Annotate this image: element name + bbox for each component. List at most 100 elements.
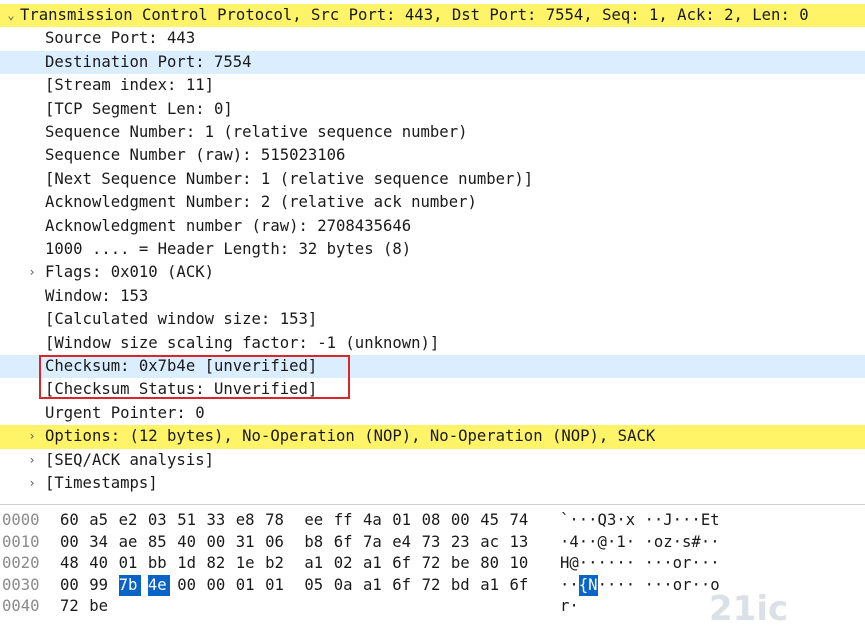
tree-row[interactable]: Checksum: 0x7b4e [unverified] [0, 355, 865, 379]
hex-byte[interactable]: 6f [392, 575, 414, 597]
hex-byte[interactable]: 0a [334, 575, 356, 597]
hex-byte[interactable]: 00 [451, 510, 473, 532]
hex-byte[interactable]: be [451, 553, 473, 575]
tree-row[interactable]: › [SEQ/ACK analysis] [0, 449, 865, 472]
tree-row[interactable]: › [Timestamps] [0, 472, 865, 495]
hex-byte[interactable]: 13 [510, 532, 532, 554]
hex-byte[interactable]: 7a [363, 532, 385, 554]
hex-byte[interactable]: 6f [334, 532, 356, 554]
hex-byte[interactable]: 00 [207, 532, 229, 554]
expand-arrow-icon[interactable]: ⌄ [3, 4, 19, 27]
hex-byte[interactable]: 4a [363, 510, 385, 532]
hex-byte[interactable]: 73 [422, 532, 444, 554]
hex-byte[interactable]: 00 [207, 575, 229, 597]
hex-byte[interactable]: 01 [119, 553, 141, 575]
hex-byte[interactable]: 72 [422, 553, 444, 575]
hex-byte[interactable]: 01 [236, 575, 258, 597]
tree-row[interactable]: 1000 .... = Header Length: 32 bytes (8) [0, 238, 865, 261]
hex-byte[interactable]: e4 [392, 532, 414, 554]
hex-byte[interactable]: 08 [422, 510, 444, 532]
hex-byte[interactable]: 45 [480, 510, 502, 532]
tree-row[interactable]: › Flags: 0x010 (ACK) [0, 261, 865, 284]
hex-byte[interactable]: 48 [60, 553, 82, 575]
tree-row-label: [Stream index: 11] [45, 76, 214, 95]
tree-row-label: Options: (12 bytes), No-Operation (NOP),… [45, 427, 656, 446]
tree-row[interactable]: Acknowledgment Number: 2 (relative ack n… [0, 191, 865, 214]
hex-byte[interactable]: 00 [60, 532, 82, 554]
tree-row[interactable]: ⌄ Transmission Control Protocol, Src Port… [0, 4, 865, 28]
hex-byte[interactable]: 31 [236, 532, 258, 554]
hex-byte[interactable]: 00 [60, 575, 82, 597]
hex-byte[interactable]: 40 [89, 553, 111, 575]
hex-byte[interactable]: 01 [265, 575, 287, 597]
collapse-arrow-icon[interactable]: › [24, 472, 40, 495]
hex-byte[interactable]: 01 [392, 510, 414, 532]
tree-row-label: Window: 153 [45, 286, 149, 305]
tree-row[interactable]: Sequence Number: 1 (relative sequence nu… [0, 121, 865, 144]
hex-byte[interactable]: 34 [89, 532, 111, 554]
hex-byte[interactable]: ac [480, 532, 502, 554]
tree-row[interactable]: [Calculated window size: 153] [0, 308, 865, 331]
hex-byte[interactable]: 7b [118, 574, 141, 596]
tree-row[interactable]: [Next Sequence Number: 1 (relative seque… [0, 168, 865, 191]
hex-byte[interactable]: 00 [177, 575, 199, 597]
collapse-arrow-icon[interactable]: › [24, 425, 40, 448]
hex-byte[interactable]: 74 [510, 510, 532, 532]
tree-row[interactable]: Window: 153 [0, 285, 865, 308]
tree-row[interactable]: Urgent Pointer: 0 [0, 402, 865, 425]
hex-byte[interactable]: 4e [147, 574, 170, 596]
hex-byte[interactable]: a5 [89, 510, 111, 532]
hex-byte[interactable]: 1d [177, 553, 199, 575]
hex-byte[interactable]: 23 [451, 532, 473, 554]
hex-byte[interactable]: be [89, 596, 111, 618]
hex-byte[interactable]: 6f [392, 553, 414, 575]
hex-byte[interactable]: 51 [177, 510, 199, 532]
hex-byte[interactable]: 05 [304, 575, 326, 597]
hex-byte[interactable]: a1 [363, 575, 385, 597]
hex-byte[interactable]: b2 [265, 553, 287, 575]
tree-row[interactable]: Source Port: 443 [0, 27, 865, 50]
hex-byte[interactable]: a1 [304, 553, 326, 575]
collapse-arrow-icon[interactable]: › [24, 261, 40, 284]
hex-byte[interactable]: 82 [207, 553, 229, 575]
tree-row[interactable]: Destination Port: 7554 [0, 50, 865, 75]
collapse-arrow-icon[interactable]: › [24, 449, 40, 472]
hex-byte[interactable]: 6f [510, 575, 532, 597]
hex-byte[interactable]: 99 [89, 575, 111, 597]
hex-byte[interactable]: b8 [304, 532, 326, 554]
hex-byte[interactable]: bb [148, 553, 170, 575]
hex-byte[interactable]: 85 [148, 532, 170, 554]
hex-byte[interactable]: 40 [177, 532, 199, 554]
tree-row[interactable]: [TCP Segment Len: 0] [0, 98, 865, 121]
hex-byte[interactable]: 78 [265, 510, 287, 532]
hex-byte[interactable]: 72 [422, 575, 444, 597]
hex-ascii: ·4··@·1· ·oz·s#·· [560, 532, 720, 551]
tree-row[interactable]: Acknowledgment number (raw): 2708435646 [0, 215, 865, 238]
hex-byte[interactable]: 06 [265, 532, 287, 554]
hex-byte[interactable]: 03 [148, 510, 170, 532]
hex-byte[interactable]: 1e [236, 553, 258, 575]
hex-byte[interactable]: bd [451, 575, 473, 597]
hex-byte[interactable]: 33 [207, 510, 229, 532]
hex-byte[interactable]: 80 [480, 553, 502, 575]
hex-byte[interactable]: ee [304, 510, 326, 532]
hex-byte[interactable]: 10 [510, 553, 532, 575]
tree-row-label: Acknowledgment Number: 2 (relative ack n… [45, 193, 477, 212]
hex-byte[interactable]: a1 [480, 575, 502, 597]
tree-row[interactable]: [Stream index: 11] [0, 74, 865, 97]
hex-byte[interactable]: e8 [236, 510, 258, 532]
tree-row[interactable]: [Window size scaling factor: -1 (unknown… [0, 332, 865, 355]
tree-row[interactable]: Sequence Number (raw): 515023106 [0, 144, 865, 167]
hex-byte[interactable]: a1 [363, 553, 385, 575]
hex-byte[interactable]: 02 [334, 553, 356, 575]
hex-byte[interactable]: ae [119, 532, 141, 554]
hex-byte[interactable]: 72 [60, 596, 82, 618]
pane-divider[interactable] [0, 504, 865, 505]
hex-byte[interactable]: e2 [119, 510, 141, 532]
hex-byte[interactable]: 60 [60, 510, 82, 532]
tree-row[interactable]: › Options: (12 bytes), No-Operation (NOP)… [0, 425, 865, 449]
hex-offset: 0030 [2, 575, 40, 594]
hex-byte[interactable]: ff [334, 510, 356, 532]
hex-offset: 0010 [2, 532, 40, 551]
tree-row[interactable]: [Checksum Status: Unverified] [0, 378, 865, 401]
